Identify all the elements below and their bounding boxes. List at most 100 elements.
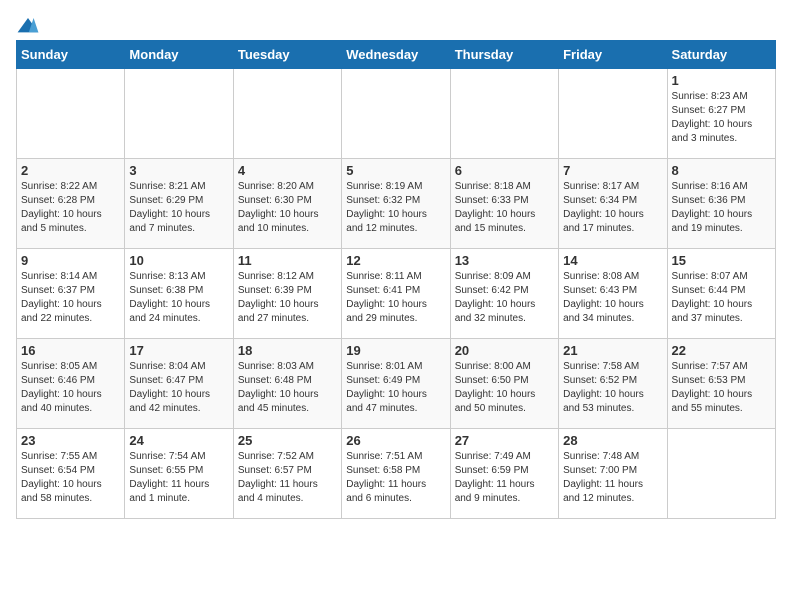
day-info: Sunrise: 8:13 AM Sunset: 6:38 PM Dayligh… xyxy=(129,270,228,326)
calendar-cell xyxy=(667,429,775,519)
calendar-cell: 3Sunrise: 8:21 AM Sunset: 6:29 PM Daylig… xyxy=(125,159,233,249)
calendar-cell: 10 Sunrise: 8:13 AM Sunset: 6:38 PM Dayli… xyxy=(125,249,233,339)
day-number: 20 xyxy=(455,343,554,358)
day-info: Sunrise: 8:12 AM Sunset: 6:39 PM Dayligh… xyxy=(238,270,337,326)
day-info: Sunrise: 8:17 AM Sunset: 6:34 PM Dayligh… xyxy=(563,180,662,236)
week-row-5: 23 Sunrise: 7:55 AM Sunset: 6:54 PM Dayli… xyxy=(17,429,776,519)
calendar-cell: 25 Sunrise: 7:52 AM Sunset: 6:57 PM Dayli… xyxy=(233,429,341,519)
calendar-cell: 16 Sunrise: 8:05 AM Sunset: 6:46 PM Dayli… xyxy=(17,339,125,429)
day-info: Sunrise: 7:49 AM Sunset: 6:59 PM Dayligh… xyxy=(455,450,554,506)
calendar-cell: 12Sunrise: 8:11 AM Sunset: 6:41 PM Dayli… xyxy=(342,249,450,339)
calendar-cell: 11 Sunrise: 8:12 AM Sunset: 6:39 PM Dayli… xyxy=(233,249,341,339)
calendar-cell xyxy=(17,69,125,159)
day-number: 22 xyxy=(672,343,771,358)
logo xyxy=(16,16,44,36)
day-info: Sunrise: 8:05 AM Sunset: 6:46 PM Dayligh… xyxy=(21,360,120,416)
day-info: Sunrise: 7:58 AM Sunset: 6:52 PM Dayligh… xyxy=(563,360,662,416)
calendar-cell: 15Sunrise: 8:07 AM Sunset: 6:44 PM Dayli… xyxy=(667,249,775,339)
day-info: Sunrise: 7:52 AM Sunset: 6:57 PM Dayligh… xyxy=(238,450,337,506)
day-number: 7 xyxy=(563,163,662,178)
calendar-cell: 5 Sunrise: 8:19 AM Sunset: 6:32 PM Daylig… xyxy=(342,159,450,249)
day-info: Sunrise: 7:57 AM Sunset: 6:53 PM Dayligh… xyxy=(672,360,771,416)
day-number: 27 xyxy=(455,433,554,448)
weekday-header-wednesday: Wednesday xyxy=(342,41,450,69)
day-info: Sunrise: 8:18 AM Sunset: 6:33 PM Dayligh… xyxy=(455,180,554,236)
day-number: 2 xyxy=(21,163,120,178)
calendar-cell: 7 Sunrise: 8:17 AM Sunset: 6:34 PM Daylig… xyxy=(559,159,667,249)
week-row-4: 16 Sunrise: 8:05 AM Sunset: 6:46 PM Dayli… xyxy=(17,339,776,429)
day-number: 10 xyxy=(129,253,228,268)
calendar-cell: 17 Sunrise: 8:04 AM Sunset: 6:47 PM Dayli… xyxy=(125,339,233,429)
calendar-cell xyxy=(342,69,450,159)
day-info: Sunrise: 8:22 AM Sunset: 6:28 PM Dayligh… xyxy=(21,180,120,236)
day-info: Sunrise: 8:00 AM Sunset: 6:50 PM Dayligh… xyxy=(455,360,554,416)
calendar-cell: 4 Sunrise: 8:20 AM Sunset: 6:30 PM Daylig… xyxy=(233,159,341,249)
day-number: 9 xyxy=(21,253,120,268)
day-info: Sunrise: 8:07 AM Sunset: 6:44 PM Dayligh… xyxy=(672,270,771,326)
calendar-cell: 6 Sunrise: 8:18 AM Sunset: 6:33 PM Daylig… xyxy=(450,159,558,249)
day-number: 19 xyxy=(346,343,445,358)
day-info: Sunrise: 8:01 AM Sunset: 6:49 PM Dayligh… xyxy=(346,360,445,416)
weekday-header-sunday: Sunday xyxy=(17,41,125,69)
calendar-cell xyxy=(125,69,233,159)
day-info: Sunrise: 8:09 AM Sunset: 6:42 PM Dayligh… xyxy=(455,270,554,326)
day-number: 11 xyxy=(238,253,337,268)
day-info: Sunrise: 8:04 AM Sunset: 6:47 PM Dayligh… xyxy=(129,360,228,416)
calendar-cell xyxy=(233,69,341,159)
day-info: Sunrise: 8:11 AM Sunset: 6:41 PM Dayligh… xyxy=(346,270,445,326)
day-number: 5 xyxy=(346,163,445,178)
weekday-header-friday: Friday xyxy=(559,41,667,69)
calendar-cell: 22 Sunrise: 7:57 AM Sunset: 6:53 PM Dayli… xyxy=(667,339,775,429)
day-info: Sunrise: 8:14 AM Sunset: 6:37 PM Dayligh… xyxy=(21,270,120,326)
calendar-cell: 18 Sunrise: 8:03 AM Sunset: 6:48 PM Dayli… xyxy=(233,339,341,429)
weekday-header-tuesday: Tuesday xyxy=(233,41,341,69)
day-number: 8 xyxy=(672,163,771,178)
calendar-cell: 8 Sunrise: 8:16 AM Sunset: 6:36 PM Daylig… xyxy=(667,159,775,249)
weekday-header-saturday: Saturday xyxy=(667,41,775,69)
calendar-cell: 26Sunrise: 7:51 AM Sunset: 6:58 PM Dayli… xyxy=(342,429,450,519)
day-info: Sunrise: 8:21 AM Sunset: 6:29 PM Dayligh… xyxy=(129,180,228,236)
calendar-cell: 13 Sunrise: 8:09 AM Sunset: 6:42 PM Dayli… xyxy=(450,249,558,339)
day-number: 25 xyxy=(238,433,337,448)
day-info: Sunrise: 8:16 AM Sunset: 6:36 PM Dayligh… xyxy=(672,180,771,236)
weekday-header-row: SundayMondayTuesdayWednesdayThursdayFrid… xyxy=(17,41,776,69)
calendar-cell: 23 Sunrise: 7:55 AM Sunset: 6:54 PM Dayli… xyxy=(17,429,125,519)
day-number: 16 xyxy=(21,343,120,358)
day-number: 28 xyxy=(563,433,662,448)
day-info: Sunrise: 7:51 AM Sunset: 6:58 PM Dayligh… xyxy=(346,450,445,506)
day-info: Sunrise: 8:08 AM Sunset: 6:43 PM Dayligh… xyxy=(563,270,662,326)
week-row-3: 9 Sunrise: 8:14 AM Sunset: 6:37 PM Daylig… xyxy=(17,249,776,339)
day-number: 6 xyxy=(455,163,554,178)
weekday-header-thursday: Thursday xyxy=(450,41,558,69)
calendar-cell: 14 Sunrise: 8:08 AM Sunset: 6:43 PM Dayli… xyxy=(559,249,667,339)
day-number: 21 xyxy=(563,343,662,358)
weekday-header-monday: Monday xyxy=(125,41,233,69)
calendar-table: SundayMondayTuesdayWednesdayThursdayFrid… xyxy=(16,40,776,519)
calendar-cell xyxy=(559,69,667,159)
calendar-cell: 24 Sunrise: 7:54 AM Sunset: 6:55 PM Dayli… xyxy=(125,429,233,519)
day-info: Sunrise: 8:19 AM Sunset: 6:32 PM Dayligh… xyxy=(346,180,445,236)
calendar-cell: 2 Sunrise: 8:22 AM Sunset: 6:28 PM Daylig… xyxy=(17,159,125,249)
day-number: 4 xyxy=(238,163,337,178)
day-info: Sunrise: 7:48 AM Sunset: 7:00 PM Dayligh… xyxy=(563,450,662,506)
day-info: Sunrise: 8:03 AM Sunset: 6:48 PM Dayligh… xyxy=(238,360,337,416)
day-info: Sunrise: 8:20 AM Sunset: 6:30 PM Dayligh… xyxy=(238,180,337,236)
day-number: 18 xyxy=(238,343,337,358)
day-number: 13 xyxy=(455,253,554,268)
calendar-cell: 19 Sunrise: 8:01 AM Sunset: 6:49 PM Dayli… xyxy=(342,339,450,429)
day-info: Sunrise: 8:23 AM Sunset: 6:27 PM Dayligh… xyxy=(672,90,771,146)
day-number: 24 xyxy=(129,433,228,448)
calendar-cell: 21 Sunrise: 7:58 AM Sunset: 6:52 PM Dayli… xyxy=(559,339,667,429)
calendar-cell: 9 Sunrise: 8:14 AM Sunset: 6:37 PM Daylig… xyxy=(17,249,125,339)
day-info: Sunrise: 7:55 AM Sunset: 6:54 PM Dayligh… xyxy=(21,450,120,506)
logo-icon xyxy=(16,16,40,36)
calendar-cell: 1Sunrise: 8:23 AM Sunset: 6:27 PM Daylig… xyxy=(667,69,775,159)
day-number: 14 xyxy=(563,253,662,268)
calendar-cell: 27 Sunrise: 7:49 AM Sunset: 6:59 PM Dayli… xyxy=(450,429,558,519)
calendar-cell: 28 Sunrise: 7:48 AM Sunset: 7:00 PM Dayli… xyxy=(559,429,667,519)
day-number: 23 xyxy=(21,433,120,448)
week-row-2: 2 Sunrise: 8:22 AM Sunset: 6:28 PM Daylig… xyxy=(17,159,776,249)
day-info: Sunrise: 7:54 AM Sunset: 6:55 PM Dayligh… xyxy=(129,450,228,506)
page-header xyxy=(16,16,776,36)
day-number: 17 xyxy=(129,343,228,358)
